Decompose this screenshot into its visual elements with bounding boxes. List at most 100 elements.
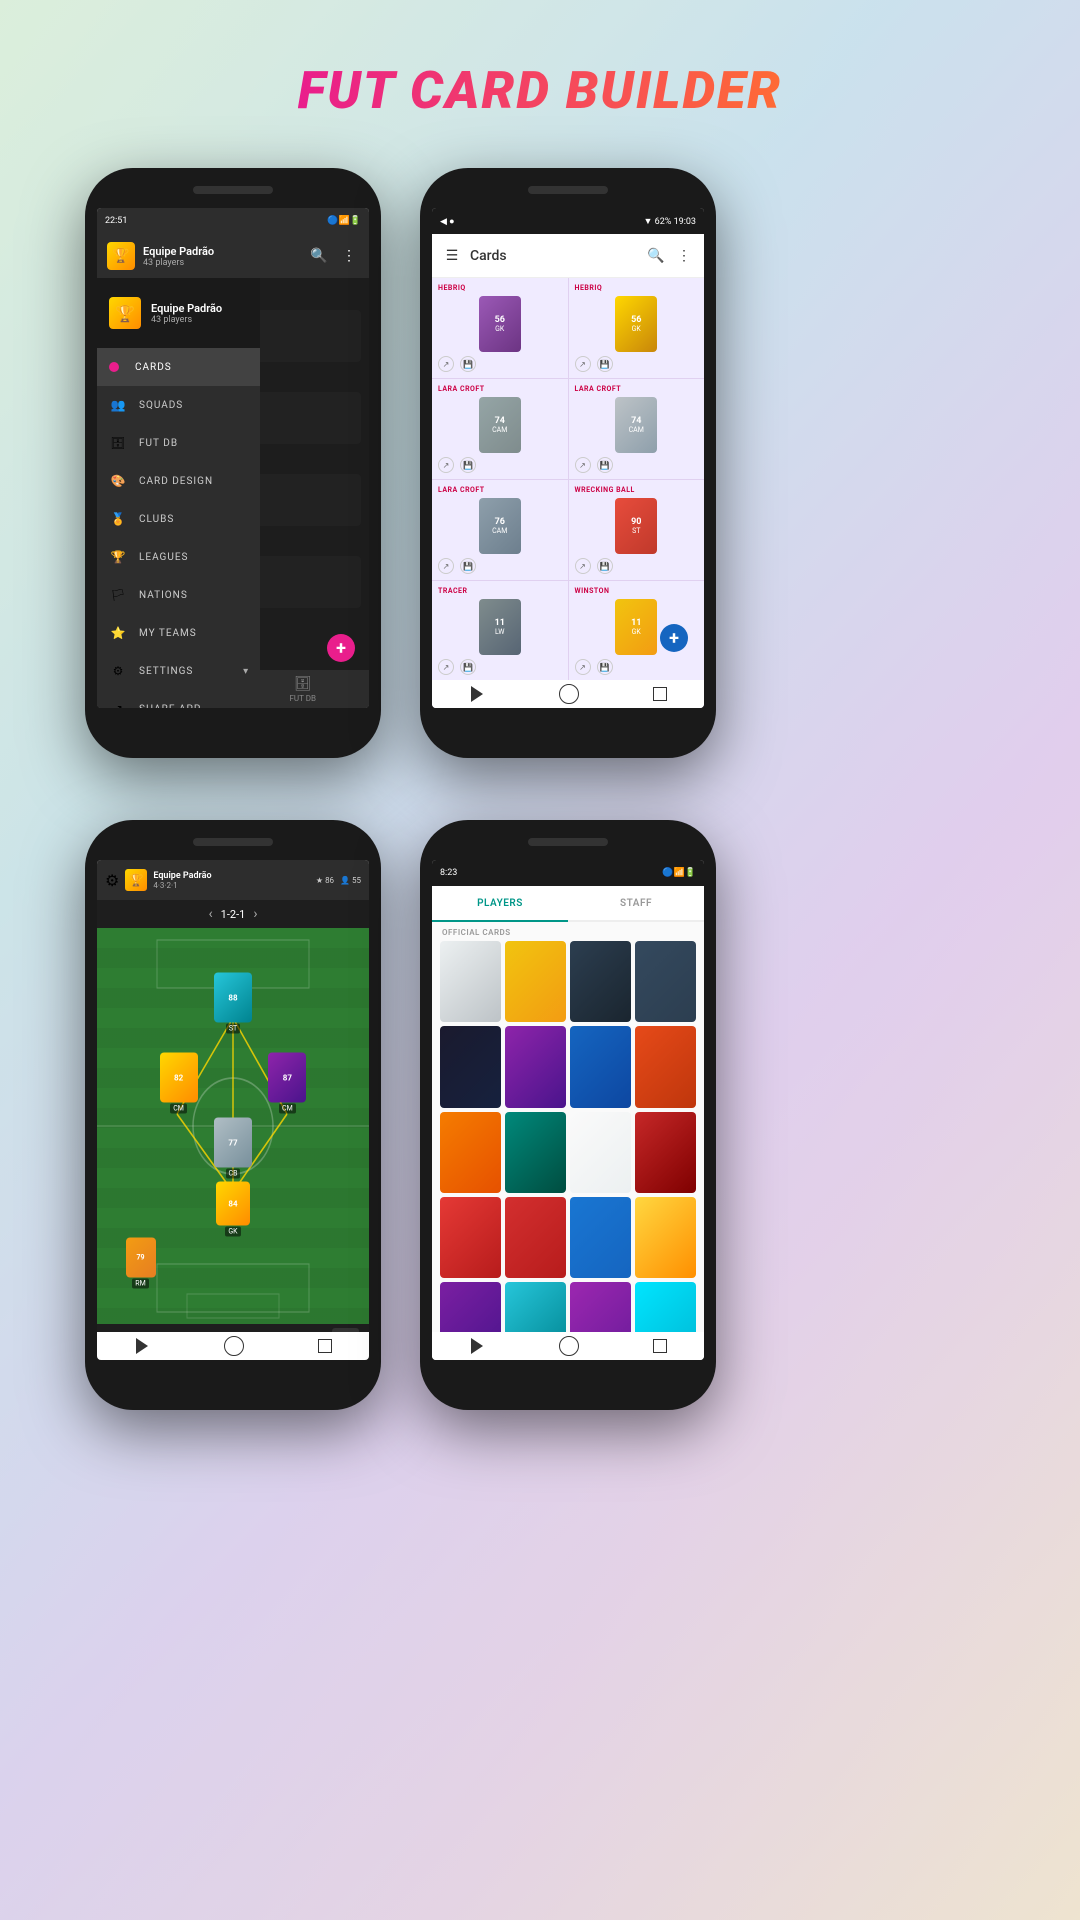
next-formation[interactable]: › [253, 906, 257, 922]
picker-card-teal[interactable] [505, 1112, 566, 1193]
card-pos-2: GK [632, 325, 641, 333]
drawer-item-myteams[interactable]: ⭐ MY TEAMS [97, 614, 260, 652]
picker-card-black2[interactable] [635, 941, 696, 1022]
mid-right-rating: 87 [283, 1073, 292, 1082]
picker-card-dark-purple[interactable] [440, 1026, 501, 1107]
home-nav-4[interactable] [559, 1336, 579, 1356]
status-time: 22:51 [105, 216, 127, 226]
picker-card-blue[interactable] [570, 1026, 631, 1107]
fab-add-button[interactable]: + [327, 634, 355, 662]
drawer-item-cards[interactable]: CARDS [97, 348, 260, 386]
share-wrecking[interactable]: ↗ [575, 558, 591, 574]
pitch-player-mid-left[interactable]: 82 CM [160, 1053, 198, 1114]
pitch-player-gk[interactable]: 84 GK [216, 1182, 250, 1237]
save-card-btn-2[interactable]: 💾 [597, 356, 613, 372]
card-rating-2: 56 [631, 315, 641, 325]
drawer-item-carddesign[interactable]: 🎨 CARD DESIGN [97, 462, 260, 500]
sub-card: 79 [126, 1238, 156, 1278]
recents-nav-3[interactable] [318, 1339, 332, 1353]
futdb-icon: 🗄 [109, 434, 127, 452]
card-label-winston: WINSTON [575, 587, 610, 595]
settings-icon-squad[interactable]: ⚙ [105, 871, 119, 890]
share-winston[interactable]: ↗ [575, 659, 591, 675]
save-lara-3[interactable]: 💾 [460, 558, 476, 574]
pitch-player-sub[interactable]: 79 RM [126, 1238, 156, 1289]
drawer-item-nations[interactable]: 🏳 NATIONS [97, 576, 260, 614]
fab-cards-button[interactable]: + [660, 624, 688, 652]
save-wrecking[interactable]: 💾 [597, 558, 613, 574]
search-icon[interactable]: 🔍 [646, 246, 666, 266]
drawer-item-settings[interactable]: ⚙ SETTINGS ▾ [97, 652, 260, 690]
home-nav-3[interactable] [224, 1336, 244, 1356]
drawer-item-squads[interactable]: 👥 SQUADS [97, 386, 260, 424]
picker-card-red2[interactable] [505, 1197, 566, 1278]
drawer-team-info: Equipe Padrão 43 players [151, 302, 222, 325]
tab-players[interactable]: PLAYERS [432, 886, 568, 922]
drawer-item-futdb[interactable]: 🗄 FUT DB [97, 424, 260, 462]
picker-card-blue2[interactable] [570, 1197, 631, 1278]
tab-staff[interactable]: STAFF [568, 886, 704, 920]
nav-futdb[interactable]: 🗄 FUT DB [290, 676, 316, 703]
phone-3: ⚙ 🏆 Equipe Padrão 4·3·2·1 ★ 86 👤 55 ‹ 1-… [85, 820, 381, 1410]
squad-info: Equipe Padrão 4·3·2·1 [153, 871, 310, 890]
pitch-player-def[interactable]: 77 CB [214, 1118, 252, 1179]
back-nav[interactable] [471, 686, 483, 702]
back-nav-4[interactable] [471, 1338, 483, 1354]
recents-nav[interactable] [653, 687, 667, 701]
share-tracer[interactable]: ↗ [438, 659, 454, 675]
squad-header: ⚙ 🏆 Equipe Padrão 4·3·2·1 ★ 86 👤 55 [97, 860, 369, 900]
search-icon[interactable]: 🔍 [309, 246, 329, 266]
prev-formation[interactable]: ‹ [208, 906, 212, 922]
card-pos-lara-2: CAM [629, 426, 644, 434]
save-lara-1[interactable]: 💾 [460, 457, 476, 473]
drawer-item-leagues[interactable]: 🏆 LEAGUES [97, 538, 260, 576]
picker-card-white[interactable] [440, 941, 501, 1022]
home-nav[interactable] [559, 684, 579, 704]
leagues-icon: 🏆 [109, 548, 127, 566]
save-tracer[interactable]: 💾 [460, 659, 476, 675]
drawer-team-name: Equipe Padrão [151, 302, 222, 315]
save-winston[interactable]: 💾 [597, 659, 613, 675]
recents-nav-4[interactable] [653, 1339, 667, 1353]
save-lara-2[interactable]: 💾 [597, 457, 613, 473]
drawer-label-shareapp: SHARE APP [139, 704, 201, 709]
picker-card-black[interactable] [570, 941, 631, 1022]
card-thumb-lara-2: 74 CAM [575, 397, 699, 453]
picker-card-gold[interactable] [635, 1197, 696, 1278]
gk-rating: 84 [228, 1199, 237, 1208]
card-actions-lara-2: ↗ 💾 [575, 457, 699, 473]
share-lara-1[interactable]: ↗ [438, 457, 454, 473]
team-name: Equipe Padrão [143, 245, 301, 258]
card-rating-lara-3: 76 [495, 517, 505, 527]
drawer-label-leagues: LEAGUES [139, 552, 188, 563]
picker-card-orange-red[interactable] [635, 1026, 696, 1107]
drawer-item-clubs[interactable]: 🏅 CLUBS [97, 500, 260, 538]
more-icon[interactable]: ⋮ [339, 246, 359, 266]
picker-card-orange[interactable] [440, 1112, 501, 1193]
pitch-player-mid-right[interactable]: 87 CM [268, 1053, 306, 1114]
phone-1-app-header: 🏆 Equipe Padrão 43 players 🔍 ⋮ [97, 234, 369, 278]
save-card-btn[interactable]: 💾 [460, 356, 476, 372]
drawer-item-shareapp[interactable]: ↗ SHARE APP [97, 690, 260, 708]
picker-card-dark-red[interactable] [635, 1112, 696, 1193]
pitch-player-attacker[interactable]: 88 ST [214, 973, 252, 1034]
share-lara-3[interactable]: ↗ [438, 558, 454, 574]
picker-card-purple[interactable] [505, 1026, 566, 1107]
share-card-btn-2[interactable]: ↗ [575, 356, 591, 372]
squad-logo: 🏆 [125, 869, 147, 891]
card-pos-tracer: LW [495, 628, 505, 636]
share-lara-2[interactable]: ↗ [575, 457, 591, 473]
def-pos: CB [226, 1169, 241, 1179]
share-card-btn[interactable]: ↗ [438, 356, 454, 372]
back-nav-3[interactable] [136, 1338, 148, 1354]
myteams-icon: ⭐ [109, 624, 127, 642]
card-rating-lara-1: 74 [495, 416, 505, 426]
phone-2-screen: ◀ ● ▼ 62% 19:03 ☰ Cards 🔍 ⋮ HEBRIQ [432, 208, 704, 708]
squad-stats: ★ 86 👤 55 [316, 876, 361, 885]
picker-card-yellow[interactable] [505, 941, 566, 1022]
picker-card-white2[interactable] [570, 1112, 631, 1193]
menu-icon[interactable]: ☰ [442, 246, 462, 266]
more-icon[interactable]: ⋮ [674, 246, 694, 266]
phone-2-nav-bar [432, 680, 704, 708]
picker-card-red[interactable] [440, 1197, 501, 1278]
